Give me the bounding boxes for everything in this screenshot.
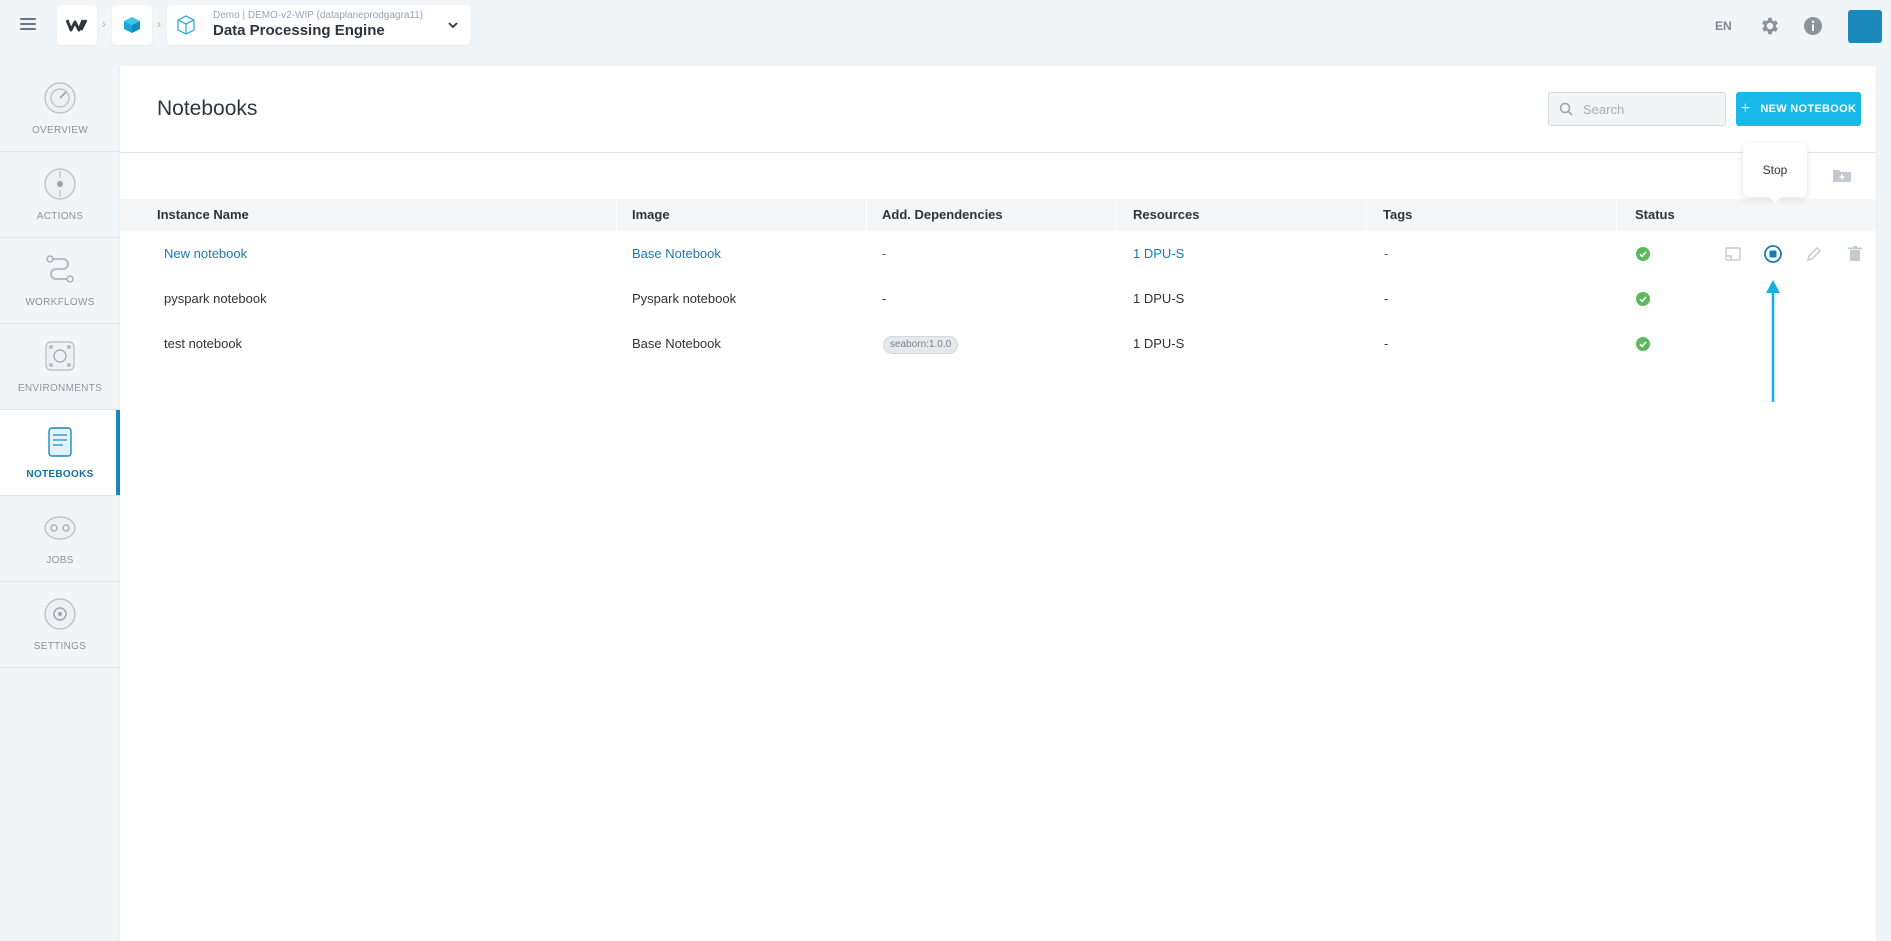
- sidebar-item-workflows[interactable]: WORKFLOWS: [0, 238, 120, 324]
- menu-icon[interactable]: [20, 18, 36, 30]
- instance-name-link[interactable]: New notebook: [164, 231, 247, 276]
- image-link[interactable]: Base Notebook: [632, 231, 721, 276]
- main-panel: Notebooks + NEW NOTEBOOK Instance Name I…: [120, 66, 1876, 941]
- instance-name-cell[interactable]: pyspark notebook: [164, 276, 267, 321]
- service-selector[interactable]: Demo | DEMO-v2-WIP (dataplaneprodgagra11…: [167, 5, 470, 45]
- status-running-icon: [1636, 247, 1650, 261]
- top-bar: › › Demo | DEMO-v2-WIP (dataplaneprodgag…: [0, 0, 1891, 52]
- dependencies-cell: seaborn:1.0.0: [883, 321, 959, 366]
- box-icon: [177, 15, 195, 35]
- column-header-dependencies[interactable]: Add. Dependencies: [882, 199, 1003, 231]
- sidebar: OVERVIEW ACTIONS WORKFLOWS ENVIRONMENTS: [0, 66, 120, 668]
- sidebar-item-label: ACTIONS: [36, 211, 84, 222]
- plus-icon: +: [1740, 100, 1751, 117]
- edit-icon[interactable]: [1804, 244, 1824, 264]
- breadcrumb-separator-icon: ›: [102, 17, 106, 31]
- instance-name-cell[interactable]: test notebook: [164, 321, 242, 366]
- chevron-down-icon[interactable]: [446, 18, 460, 32]
- column-header-resources[interactable]: Resources: [1133, 199, 1199, 231]
- sidebar-item-notebooks[interactable]: NOTEBOOKS: [0, 410, 120, 496]
- breadcrumb-title: Data Processing Engine: [213, 22, 385, 39]
- image-cell: Pyspark notebook: [632, 291, 737, 306]
- sidebar-item-environments[interactable]: ENVIRONMENTS: [0, 324, 120, 410]
- sidebar-item-actions[interactable]: ACTIONS: [0, 152, 120, 238]
- stop-icon[interactable]: [1763, 244, 1783, 264]
- delete-icon[interactable]: [1845, 244, 1865, 264]
- table-row: pyspark notebook Pyspark notebook - 1 DP…: [120, 276, 1876, 321]
- sidebar-item-jobs[interactable]: JOBS: [0, 496, 120, 582]
- info-icon[interactable]: [1803, 16, 1823, 36]
- sidebar-item-settings[interactable]: SETTINGS: [0, 582, 120, 668]
- sidebar-item-overview[interactable]: OVERVIEW: [0, 66, 120, 152]
- status-running-icon: [1636, 292, 1650, 306]
- search-box[interactable]: [1548, 92, 1726, 126]
- sidebar-item-label: OVERVIEW: [31, 125, 89, 136]
- workflows-icon: [46, 255, 74, 283]
- jobs-icon: [44, 516, 76, 540]
- add-folder-icon[interactable]: [1832, 167, 1852, 183]
- tags-cell: -: [1384, 336, 1389, 351]
- arrow-up-icon: [1766, 280, 1780, 402]
- gear-icon[interactable]: [1759, 15, 1781, 37]
- table-row: New notebook Base Notebook - 1 DPU-S -: [120, 231, 1876, 276]
- dependencies-cell: -: [882, 246, 887, 261]
- column-header-tags[interactable]: Tags: [1383, 199, 1412, 231]
- panel-header: Notebooks + NEW NOTEBOOK: [120, 66, 1876, 153]
- dependencies-cell: -: [882, 291, 887, 306]
- stop-tooltip: Stop: [1743, 143, 1807, 203]
- search-icon: [1559, 102, 1573, 116]
- user-avatar[interactable]: [1848, 10, 1882, 43]
- new-notebook-button[interactable]: + NEW NOTEBOOK: [1736, 92, 1861, 126]
- resources-cell: 1 DPU-S: [1133, 291, 1185, 306]
- open-notebook-icon[interactable]: [1723, 244, 1743, 264]
- tags-cell: -: [1384, 246, 1389, 261]
- settings-icon: [44, 598, 76, 630]
- sidebar-item-label: ENVIRONMENTS: [17, 383, 103, 394]
- notebooks-icon: [48, 427, 72, 457]
- overview-icon: [44, 82, 76, 114]
- table-header: Instance Name Image Add. Dependencies Re…: [120, 199, 1876, 231]
- language-selector[interactable]: EN: [1715, 19, 1732, 33]
- page-title: Notebooks: [157, 97, 258, 120]
- status-running-icon: [1636, 337, 1650, 351]
- sidebar-item-label: JOBS: [46, 555, 74, 566]
- sidebar-item-label: SETTINGS: [33, 641, 87, 652]
- app-switcher[interactable]: [112, 5, 152, 45]
- tags-cell: -: [1384, 291, 1389, 306]
- breadcrumb-separator-icon: ›: [157, 17, 161, 31]
- sidebar-item-label: WORKFLOWS: [25, 297, 95, 308]
- table-row: test notebook Base Notebook seaborn:1.0.…: [120, 321, 1876, 366]
- platform-logo[interactable]: [57, 5, 97, 45]
- resources-cell: 1 DPU-S: [1133, 336, 1185, 351]
- breadcrumb-subtitle: Demo | DEMO-v2-WIP (dataplaneprodgagra11…: [213, 10, 424, 21]
- actions-icon: [44, 168, 76, 200]
- dependency-chip: seaborn:1.0.0: [883, 335, 959, 354]
- environments-icon: [45, 341, 75, 371]
- column-header-image[interactable]: Image: [632, 199, 670, 231]
- sidebar-item-label: NOTEBOOKS: [26, 469, 94, 480]
- logo-icon: [66, 19, 88, 32]
- column-header-instance-name[interactable]: Instance Name: [157, 199, 249, 231]
- column-header-status[interactable]: Status: [1635, 199, 1675, 231]
- cube-cluster-icon: [124, 17, 140, 33]
- search-input[interactable]: [1583, 101, 1723, 117]
- resources-link[interactable]: 1 DPU-S: [1133, 231, 1184, 276]
- image-cell: Base Notebook: [632, 336, 721, 351]
- new-notebook-label: NEW NOTEBOOK: [1760, 103, 1857, 115]
